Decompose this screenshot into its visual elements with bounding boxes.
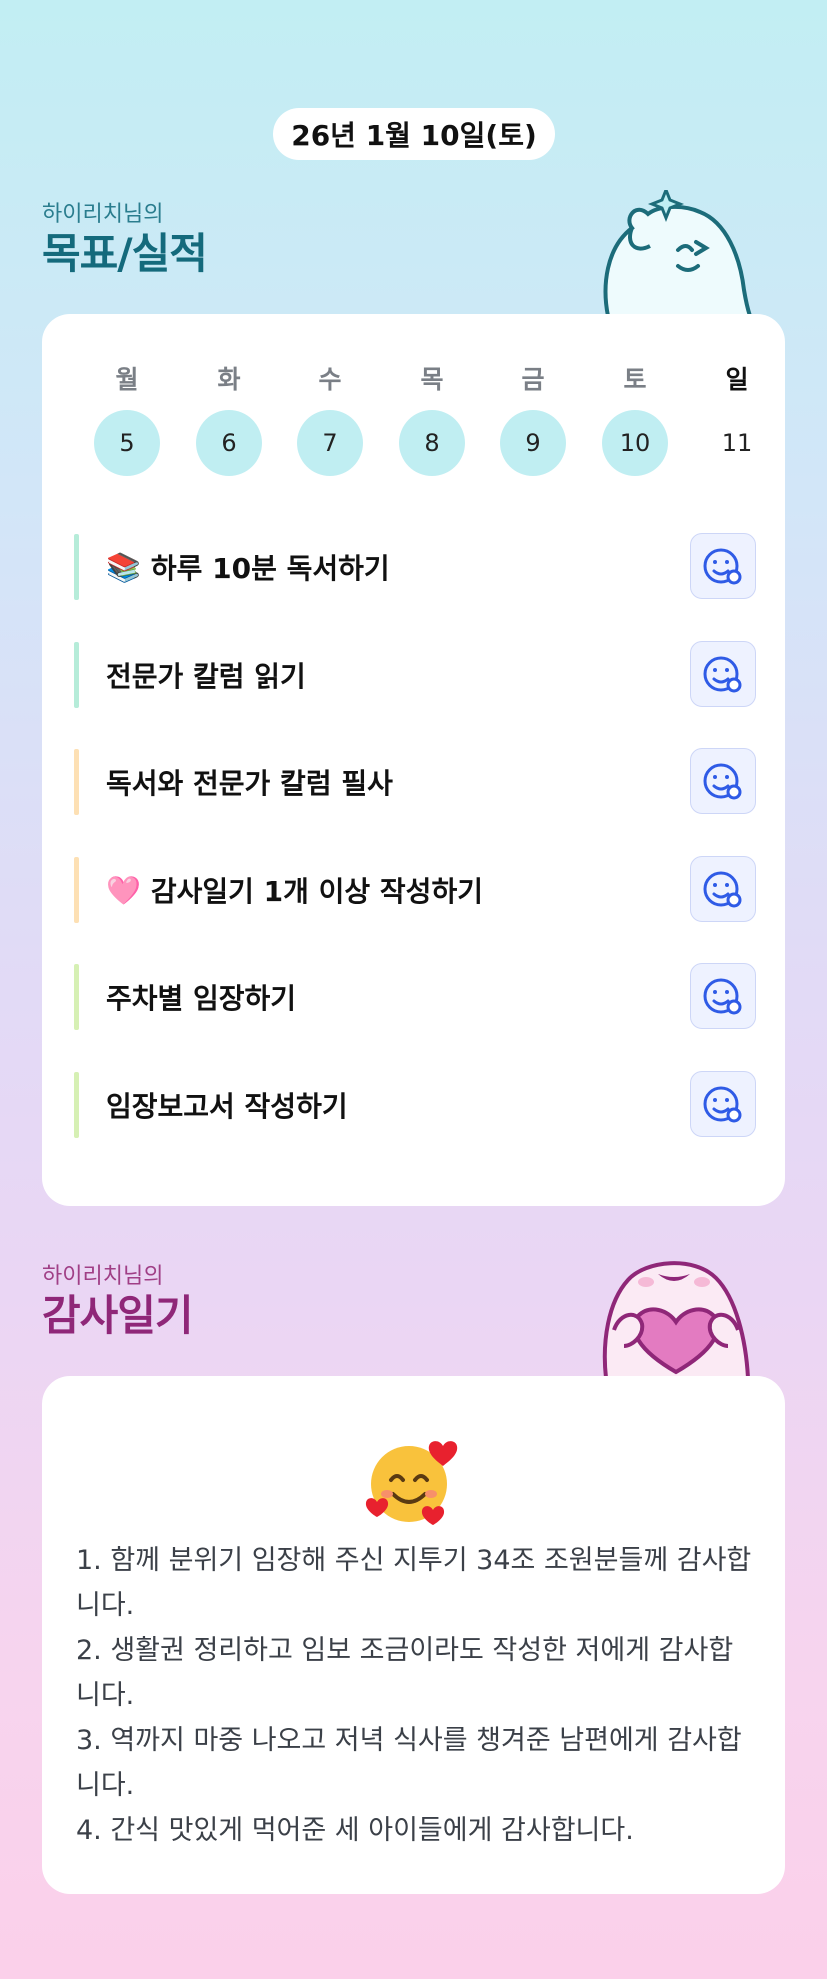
task-color-bar xyxy=(74,642,79,708)
gratitude-entries: 1. 함께 분위기 임장해 주신 지투기 34조 조원분들께 감사합니다. 2. … xyxy=(76,1538,756,1853)
day-name: 목 xyxy=(420,365,444,394)
smiling-face-with-hearts-icon xyxy=(365,1441,458,1525)
task-text: 전문가 칼럼 읽기 xyxy=(106,660,306,693)
task-label: 주차별 임장하기 xyxy=(106,964,296,1030)
goals-title: 목표/실적 xyxy=(42,229,208,278)
task-label: 🩷 감사일기 1개 이상 작성하기 xyxy=(106,857,483,923)
task-color-bar xyxy=(74,857,79,923)
task-check-button[interactable] xyxy=(690,641,756,707)
date-pill: 26년 1월 10일(토) xyxy=(273,108,555,160)
smile-check-icon xyxy=(703,871,742,908)
gratitude-line: 2. 생활권 정리하고 임보 조금이라도 작성한 저에게 감사합니다. xyxy=(76,1635,734,1711)
task-row: 주차별 임장하기 xyxy=(74,963,756,1030)
day-name: 수 xyxy=(318,365,342,394)
day-number: 8 xyxy=(399,410,465,476)
task-row: 임장보고서 작성하기 xyxy=(74,1071,756,1138)
day-number: 9 xyxy=(500,410,566,476)
task-row: 독서와 전문가 칼럼 필사 xyxy=(74,748,756,815)
day-name: 토 xyxy=(623,365,647,394)
smile-check-icon xyxy=(703,978,742,1015)
smile-check-icon xyxy=(703,1086,742,1123)
task-color-bar xyxy=(74,534,79,600)
task-row: 📚 하루 10분 독서하기 xyxy=(74,533,756,600)
task-label: 독서와 전문가 칼럼 필사 xyxy=(106,749,393,815)
day-name: 금 xyxy=(521,365,545,394)
gratitude-heading: 하이리치님의 감사일기 xyxy=(42,1264,194,1342)
task-color-bar xyxy=(74,964,79,1030)
goals-heading: 하이리치님의 목표/실적 xyxy=(42,202,208,280)
task-row: 🩷 감사일기 1개 이상 작성하기 xyxy=(74,856,756,923)
day-name: 일 xyxy=(725,365,749,394)
smile-check-icon xyxy=(703,548,742,585)
date-label: 26년 1월 10일(토) xyxy=(291,119,537,152)
day-number: 11 xyxy=(721,429,753,457)
task-row: 전문가 칼럼 읽기 xyxy=(74,641,756,708)
task-label: 임장보고서 작성하기 xyxy=(106,1072,348,1138)
day-name: 화 xyxy=(217,365,241,394)
pink-character-illustration xyxy=(602,1261,751,1378)
smile-check-icon xyxy=(703,763,742,800)
smile-check-icon xyxy=(703,656,742,693)
mint-character-illustration xyxy=(603,190,753,316)
day-number: 7 xyxy=(297,410,363,476)
goals-card: 월 5 화 6 수 7 목 8 금 9 토 10 일 11 📚 하루 10분 독서하기전문가 칼럼 읽기독서… xyxy=(42,314,785,1206)
day-name: 월 xyxy=(115,365,139,394)
task-check-button[interactable] xyxy=(690,1071,756,1137)
task-check-button[interactable] xyxy=(690,856,756,922)
task-color-bar xyxy=(74,1072,79,1138)
task-check-button[interactable] xyxy=(690,963,756,1029)
gratitude-title: 감사일기 xyxy=(42,1291,194,1340)
task-label: 전문가 칼럼 읽기 xyxy=(106,642,306,708)
task-text: 감사일기 1개 이상 작성하기 xyxy=(150,875,483,908)
gratitude-card: 1. 함께 분위기 임장해 주신 지투기 34조 조원분들께 감사합니다. 2. … xyxy=(42,1376,785,1894)
day-number: 10 xyxy=(602,410,668,476)
day-number: 5 xyxy=(94,410,160,476)
gratitude-line: 4. 간식 맛있게 먹어준 세 아이들에게 감사합니다. xyxy=(76,1815,634,1846)
task-text: 임장보고서 작성하기 xyxy=(106,1090,348,1123)
task-emoji: 🩷 xyxy=(106,873,141,907)
task-emoji: 📚 xyxy=(106,550,141,584)
task-label: 📚 하루 10분 독서하기 xyxy=(106,534,390,600)
goals-owner: 하이리치님의 xyxy=(42,202,164,227)
gratitude-line: 1. 함께 분위기 임장해 주신 지투기 34조 조원분들께 감사합니다. xyxy=(76,1545,752,1621)
task-text: 하루 10분 독서하기 xyxy=(150,552,390,585)
task-check-button[interactable] xyxy=(690,748,756,814)
task-check-button[interactable] xyxy=(690,533,756,599)
task-text: 독서와 전문가 칼럼 필사 xyxy=(106,767,393,800)
gratitude-line: 3. 역까지 마중 나오고 저녁 식사를 챙겨준 남편에게 감사합니다. xyxy=(76,1725,742,1801)
gratitude-owner: 하이리치님의 xyxy=(42,1264,164,1289)
task-color-bar xyxy=(74,749,79,815)
day-number: 6 xyxy=(196,410,262,476)
task-text: 주차별 임장하기 xyxy=(106,982,297,1015)
